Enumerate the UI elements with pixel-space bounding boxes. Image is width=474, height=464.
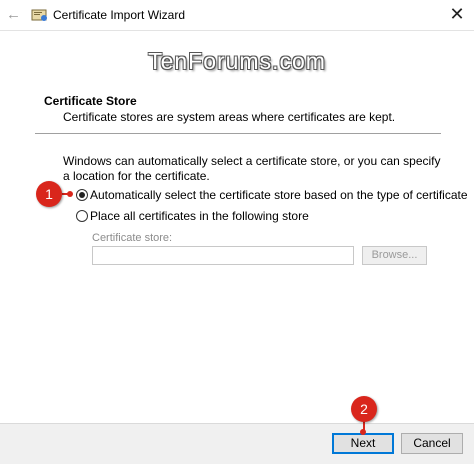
divider [35, 133, 441, 134]
auto-select-radio[interactable] [76, 189, 88, 201]
intro-text: Windows can automatically select a certi… [63, 154, 441, 183]
browse-button[interactable]: Browse... [362, 246, 427, 265]
section-description: Certificate stores are system areas wher… [63, 110, 396, 124]
next-button[interactable]: Next [332, 433, 394, 454]
certificate-wizard-icon [31, 9, 47, 21]
back-arrow-icon[interactable]: ← [6, 6, 22, 24]
watermark: TenForums.com [148, 48, 326, 74]
cancel-button[interactable]: Cancel [401, 433, 463, 454]
certificate-store-label: Certificate store: [92, 232, 173, 244]
close-icon[interactable]: ✕ [446, 3, 468, 25]
place-in-store-radio[interactable] [76, 210, 88, 222]
callout-dot-1 [67, 191, 73, 197]
callout-badge-2: 2 [351, 396, 377, 422]
callout-dot-2 [360, 429, 366, 435]
certificate-store-field[interactable] [92, 246, 354, 265]
window-title: Certificate Import Wizard [53, 8, 186, 22]
callout-badge-1: 1 [36, 181, 62, 207]
section-title: Certificate Store [44, 94, 137, 108]
place-in-store-label[interactable]: Place all certificates in the following … [90, 209, 309, 223]
title-bar: ← Certificate Import Wizard ✕ [0, 0, 474, 31]
auto-select-label[interactable]: Automatically select the certificate sto… [90, 188, 468, 202]
